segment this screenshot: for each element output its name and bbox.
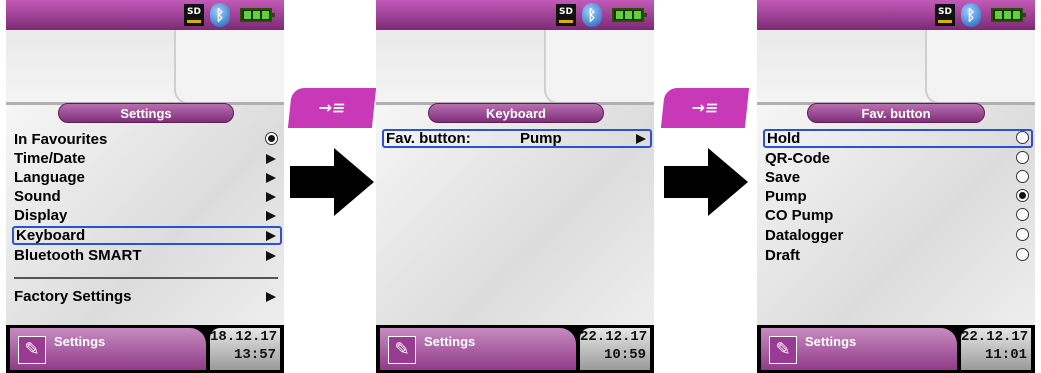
sd-card-icon: SD bbox=[556, 4, 576, 26]
sd-card-icon: SD bbox=[184, 4, 204, 26]
menu-list-icon: →≡ bbox=[317, 98, 347, 117]
tab-shape bbox=[925, 30, 1035, 104]
menu-item-label: Display bbox=[14, 207, 68, 224]
menu-item-display[interactable]: Display bbox=[14, 206, 280, 225]
menu-item-label: Bluetooth SMART bbox=[14, 247, 142, 264]
menu-item-label: Sound bbox=[14, 188, 61, 205]
option-qr-code[interactable]: QR-Code bbox=[765, 149, 1031, 168]
time-display: 10:59 bbox=[603, 347, 646, 363]
bottom-bar: ✎ Settings 22.12.17 10:59 bbox=[376, 325, 654, 373]
footer-label: Settings bbox=[424, 334, 476, 349]
status-bar: SD ᛒ bbox=[376, 0, 654, 30]
battery-icon bbox=[240, 8, 275, 22]
date-display: 22.12.17 bbox=[580, 329, 648, 345]
bottom-bar: ✎ Settings 18.12.17 13:57 bbox=[6, 325, 284, 373]
arrow-right-icon bbox=[266, 231, 276, 241]
menu-item-keyboard[interactable]: Keyboard bbox=[12, 226, 282, 245]
tab-shape bbox=[174, 30, 284, 104]
page-title: Fav. button bbox=[807, 103, 985, 123]
footer-label: Settings bbox=[54, 334, 106, 349]
option-label: Draft bbox=[765, 247, 801, 264]
page-title: Keyboard bbox=[428, 103, 604, 123]
radio-unselected-icon[interactable] bbox=[1016, 151, 1029, 164]
menu-item-sound[interactable]: Sound bbox=[14, 187, 280, 206]
settings-screen: SD ᛒ Settings In Favourites Time/Date La… bbox=[6, 0, 284, 373]
arrow-right-icon bbox=[266, 154, 276, 164]
option-label: Pump bbox=[765, 188, 807, 205]
arrow-right-icon bbox=[266, 211, 276, 221]
setting-label: Fav. button: bbox=[386, 130, 471, 147]
arrow-right-icon bbox=[266, 292, 276, 302]
option-label: Save bbox=[765, 169, 801, 186]
radio-unselected-icon[interactable] bbox=[1016, 228, 1029, 241]
sd-card-icon: SD bbox=[935, 4, 955, 26]
clock: 22.12.17 11:01 bbox=[961, 328, 1031, 370]
page-title: Settings bbox=[58, 103, 234, 123]
favourite-softkey[interactable]: →≡ bbox=[660, 88, 750, 128]
radio-unselected-icon[interactable] bbox=[1016, 170, 1029, 183]
option-label: Hold bbox=[767, 130, 801, 147]
option-label: CO Pump bbox=[765, 207, 834, 224]
wrench-icon: ✎ bbox=[769, 336, 797, 364]
battery-icon bbox=[991, 8, 1026, 22]
clock: 22.12.17 10:59 bbox=[580, 328, 650, 370]
setting-value: Pump bbox=[520, 130, 562, 147]
date-display: 18.12.17 bbox=[210, 329, 278, 345]
arrow-right-icon bbox=[266, 251, 276, 261]
menu-item-bluetooth-smart[interactable]: Bluetooth SMART bbox=[14, 246, 280, 265]
settings-tab[interactable]: ✎ Settings bbox=[761, 328, 957, 370]
time-display: 11:01 bbox=[984, 347, 1027, 363]
menu-item-factory-settings[interactable]: Factory Settings bbox=[14, 287, 280, 306]
status-bar: SD ᛒ bbox=[757, 0, 1035, 30]
bluetooth-icon: ᛒ bbox=[210, 3, 230, 27]
arrow-right-icon bbox=[266, 173, 276, 183]
option-save[interactable]: Save bbox=[765, 168, 1031, 187]
battery-icon bbox=[612, 8, 647, 22]
settings-tab[interactable]: ✎ Settings bbox=[380, 328, 576, 370]
arrow-right-icon bbox=[636, 134, 646, 144]
menu-item-language[interactable]: Language bbox=[14, 168, 280, 187]
option-draft[interactable]: Draft bbox=[765, 246, 1031, 265]
radio-unselected-icon[interactable] bbox=[1016, 208, 1029, 221]
flow-arrow-icon bbox=[661, 146, 751, 218]
menu-item-label: Language bbox=[14, 169, 85, 186]
option-datalogger[interactable]: Datalogger bbox=[765, 226, 1031, 245]
option-co-pump[interactable]: CO Pump bbox=[765, 206, 1031, 225]
radio-selected-icon[interactable] bbox=[1016, 189, 1029, 202]
menu-item-label: Keyboard bbox=[16, 227, 86, 244]
menu-list-icon: →≡ bbox=[690, 98, 720, 117]
radio-unselected-icon[interactable] bbox=[1016, 131, 1029, 144]
time-display: 13:57 bbox=[233, 347, 276, 363]
menu-item-label: Time/Date bbox=[14, 150, 86, 167]
menu-item-time-date[interactable]: Time/Date bbox=[14, 149, 280, 168]
favourite-softkey[interactable]: →≡ bbox=[287, 88, 377, 128]
radio-unselected-icon[interactable] bbox=[1016, 248, 1029, 261]
wrench-icon: ✎ bbox=[18, 336, 46, 364]
radio-selected-icon[interactable] bbox=[265, 132, 278, 145]
option-pump[interactable]: Pump bbox=[765, 187, 1031, 206]
footer-label: Settings bbox=[805, 334, 857, 349]
option-label: Datalogger bbox=[765, 227, 844, 244]
clock: 18.12.17 13:57 bbox=[210, 328, 280, 370]
status-bar: SD ᛒ bbox=[6, 0, 284, 30]
arrow-right-icon bbox=[266, 192, 276, 202]
menu-item-label: In Favourites bbox=[14, 131, 108, 148]
menu-item-in-favourites[interactable]: In Favourites bbox=[14, 130, 280, 149]
settings-tab[interactable]: ✎ Settings bbox=[10, 328, 206, 370]
fav-button-setting[interactable]: Fav. button: Pump bbox=[382, 129, 652, 148]
option-label: QR-Code bbox=[765, 150, 830, 167]
bluetooth-icon: ᛒ bbox=[961, 3, 981, 27]
date-display: 22.12.17 bbox=[961, 329, 1029, 345]
flow-arrow-icon bbox=[287, 146, 377, 218]
wrench-icon: ✎ bbox=[388, 336, 416, 364]
fav-button-screen: SD ᛒ Fav. button Hold QR-Code Save Pump … bbox=[757, 0, 1035, 373]
tab-shape bbox=[544, 30, 654, 104]
bottom-bar: ✎ Settings 22.12.17 11:01 bbox=[757, 325, 1035, 373]
option-hold[interactable]: Hold bbox=[763, 129, 1033, 148]
bluetooth-icon: ᛒ bbox=[582, 3, 602, 27]
menu-item-label: Factory Settings bbox=[14, 288, 132, 305]
keyboard-screen: SD ᛒ Keyboard Fav. button: Pump ✎ Settin… bbox=[376, 0, 654, 373]
divider bbox=[14, 277, 278, 279]
